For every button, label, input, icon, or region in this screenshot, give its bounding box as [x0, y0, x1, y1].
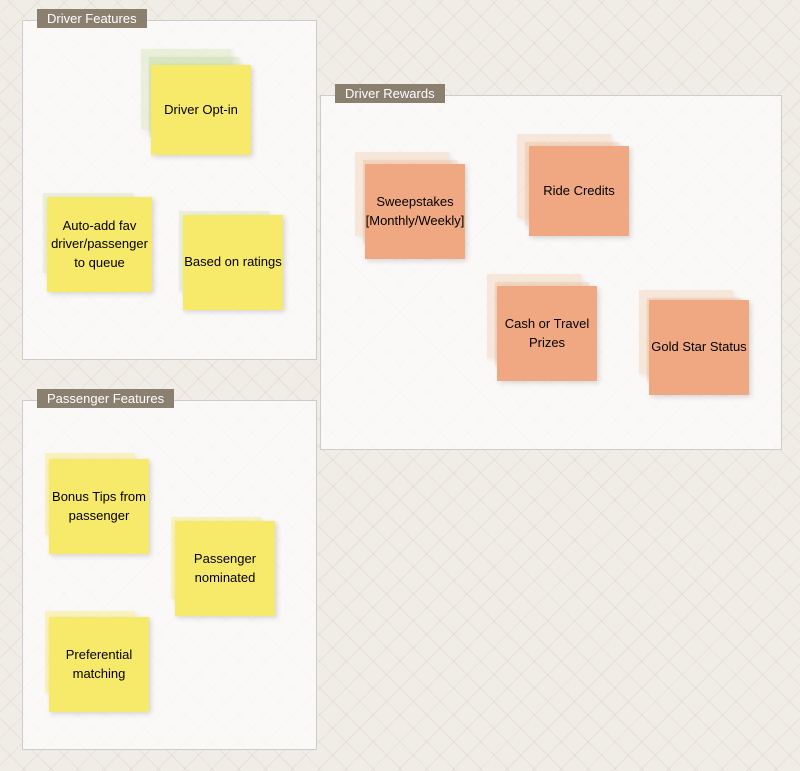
gold-star-note[interactable]: Gold Star Status — [649, 300, 749, 395]
driver-rewards-panel: Driver Rewards Sweepstakes [Monthly/Week… — [320, 95, 782, 450]
bonus-tips-note[interactable]: Bonus Tips from passenger — [49, 459, 149, 554]
auto-add-note[interactable]: Auto-add fav driver/passenger to queue — [47, 197, 152, 292]
sweepstakes-note[interactable]: Sweepstakes [Monthly/Weekly] — [365, 164, 465, 259]
driver-features-panel: Driver Features Driver Opt-in Auto-add f… — [22, 20, 317, 360]
driver-features-label: Driver Features — [37, 9, 147, 28]
driver-rewards-label: Driver Rewards — [335, 84, 445, 103]
passenger-features-label: Passenger Features — [37, 389, 174, 408]
ride-credits-note[interactable]: Ride Credits — [529, 146, 629, 236]
driver-opt-in-note[interactable]: Driver Opt-in — [151, 65, 251, 155]
based-on-ratings-note[interactable]: Based on ratings — [183, 215, 283, 310]
passenger-features-panel: Passenger Features Bonus Tips from passe… — [22, 400, 317, 750]
preferential-matching-note[interactable]: Preferential matching — [49, 617, 149, 712]
passenger-nominated-note[interactable]: Passenger nominated — [175, 521, 275, 616]
cash-prizes-note[interactable]: Cash or Travel Prizes — [497, 286, 597, 381]
